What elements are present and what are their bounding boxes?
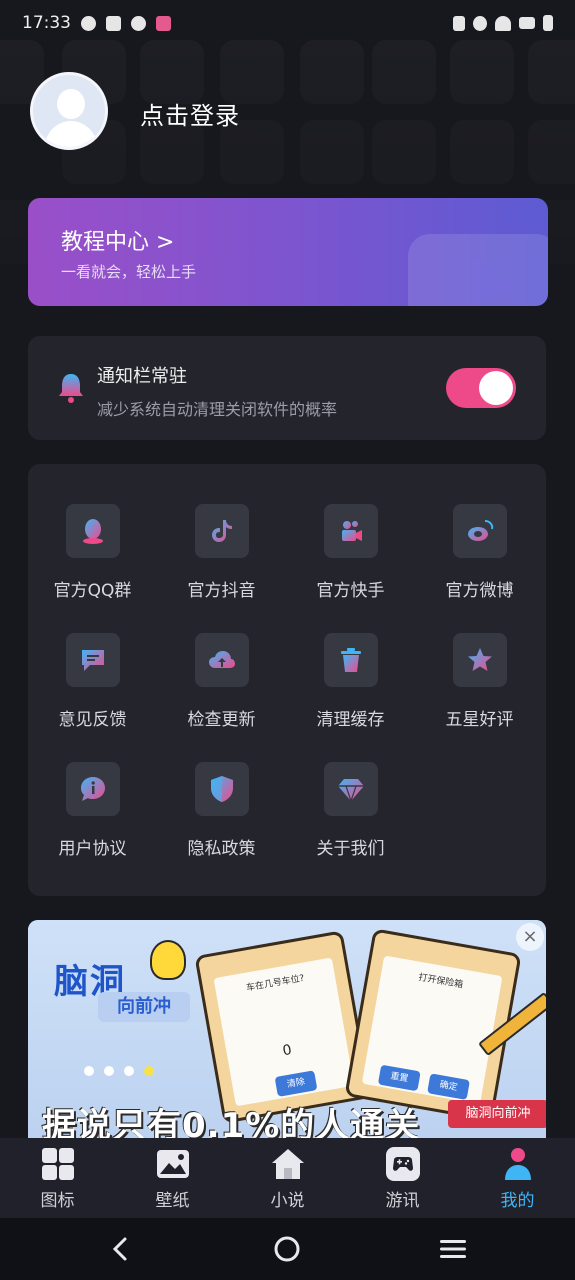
menu-item-label: 用户协议 xyxy=(58,839,127,859)
notification-toggle[interactable] xyxy=(446,368,516,408)
avatar-head xyxy=(57,89,85,119)
toggle-knob xyxy=(479,371,513,405)
avatar[interactable] xyxy=(30,72,108,150)
vibrate-icon xyxy=(453,15,465,31)
menu-icon[interactable] xyxy=(438,1234,468,1264)
kuaishou-icon xyxy=(324,504,378,558)
battery-icon xyxy=(543,15,553,31)
tab-label: 游讯 xyxy=(385,1191,420,1211)
tab-novel[interactable]: 小说 xyxy=(230,1138,345,1218)
status-bar: 17:33 xyxy=(0,0,575,46)
play-icon xyxy=(472,258,516,306)
shield-icon xyxy=(195,762,249,816)
tab-label: 图标 xyxy=(40,1191,75,1211)
tab-label: 壁纸 xyxy=(155,1191,190,1211)
tab-game-news[interactable]: 游讯 xyxy=(345,1138,460,1218)
check-icon xyxy=(81,15,96,31)
tab-icons[interactable]: 图标 xyxy=(0,1138,115,1218)
menu-item-qq[interactable]: 官方QQ群 xyxy=(28,464,157,601)
tutorial-title: 教程中心 > xyxy=(61,230,175,255)
avatar-shoulders xyxy=(45,121,97,147)
menu-item-kuaishou[interactable]: 官方快手 xyxy=(286,464,415,601)
gamepad-icon xyxy=(385,1147,420,1181)
menu-grid: 官方QQ群 官方抖音 官方快手 官方微博 意见反馈 检查更新 清理缓存 五星好评… xyxy=(28,464,546,896)
menu-item-douyin[interactable]: 官方抖音 xyxy=(157,464,286,601)
ad-banner[interactable]: 脑洞 向前冲 车在几号车位? 0 清除 打开保险箱 重置 确定 据说只有0.1%… xyxy=(28,920,546,1138)
home-icon xyxy=(271,1149,304,1179)
mail-icon xyxy=(106,15,121,31)
image-icon xyxy=(156,1150,189,1178)
menu-item-about[interactable]: 关于我们 xyxy=(286,722,415,859)
bell-icon xyxy=(59,374,83,403)
trash-icon xyxy=(324,633,378,687)
ad-dot xyxy=(104,1066,114,1076)
call-icon xyxy=(473,15,487,31)
system-navigation-bar xyxy=(0,1218,575,1280)
menu-item-privacy[interactable]: 隐私政策 xyxy=(157,722,286,859)
wifi-icon xyxy=(495,15,511,31)
play-store-icon xyxy=(131,15,146,31)
qq-icon xyxy=(66,504,120,558)
tutorial-banner[interactable]: 教程中心 > 一看就会，轻松上手 xyxy=(28,198,548,306)
menu-item-rate[interactable]: 五星好评 xyxy=(415,593,544,730)
menu-item-label: 关于我们 xyxy=(316,839,385,859)
menu-item-label: 五星好评 xyxy=(445,710,514,730)
home-circle-icon[interactable] xyxy=(272,1234,302,1264)
tab-label: 小说 xyxy=(270,1191,305,1211)
douyin-icon xyxy=(195,504,249,558)
menu-item-label: 隐私政策 xyxy=(187,839,256,859)
login-button[interactable]: 点击登录 xyxy=(140,96,240,131)
ad-clipboard-parking: 车在几号车位? 0 清除 xyxy=(194,930,372,1124)
menu-item-clear-cache[interactable]: 清理缓存 xyxy=(286,593,415,730)
ad-dot-active xyxy=(144,1066,154,1076)
grid-icon xyxy=(41,1148,74,1180)
menu-item-weibo[interactable]: 官方微博 xyxy=(415,464,544,601)
ad-clipboard-safe: 打开保险箱 重置 确定 xyxy=(344,928,522,1122)
app-notification-icon xyxy=(156,15,171,31)
ad-brand-subtitle: 向前冲 xyxy=(98,992,190,1022)
tutorial-subtitle: 一看就会，轻松上手 xyxy=(61,263,197,281)
ad-headline: 据说只有0.1%的人通关 xyxy=(42,1106,421,1138)
menu-item-feedback[interactable]: 意见反馈 xyxy=(28,593,157,730)
ad-dot xyxy=(124,1066,134,1076)
cloud-upload-icon xyxy=(195,633,249,687)
person-icon xyxy=(504,1148,531,1180)
weibo-icon xyxy=(453,504,507,558)
notification-title: 通知栏常驻 xyxy=(97,366,187,387)
feedback-icon xyxy=(66,633,120,687)
ad-tag: 脑洞向前冲 xyxy=(448,1100,546,1128)
menu-item-user-agreement[interactable]: 用户协议 xyxy=(28,722,157,859)
star-icon xyxy=(453,633,507,687)
back-icon[interactable] xyxy=(106,1234,136,1264)
notification-card: 通知栏常驻 减少系统自动清理关闭软件的概率 xyxy=(28,336,546,440)
signal-icon xyxy=(519,17,535,29)
bottom-tab-bar: 图标 壁纸 小说 游讯 我的 xyxy=(0,1138,575,1218)
status-time: 17:33 xyxy=(22,13,71,33)
lightbulb-icon xyxy=(150,940,186,980)
menu-item-update[interactable]: 检查更新 xyxy=(157,593,286,730)
tab-label: 我的 xyxy=(500,1191,535,1211)
tab-wallpaper[interactable]: 壁纸 xyxy=(115,1138,230,1218)
ad-dot xyxy=(84,1066,94,1076)
tab-mine[interactable]: 我的 xyxy=(460,1138,575,1218)
info-icon xyxy=(66,762,120,816)
ad-close-button[interactable]: × xyxy=(516,923,544,951)
notification-subtitle: 减少系统自动清理关闭软件的概率 xyxy=(97,400,338,419)
diamond-icon xyxy=(324,762,378,816)
